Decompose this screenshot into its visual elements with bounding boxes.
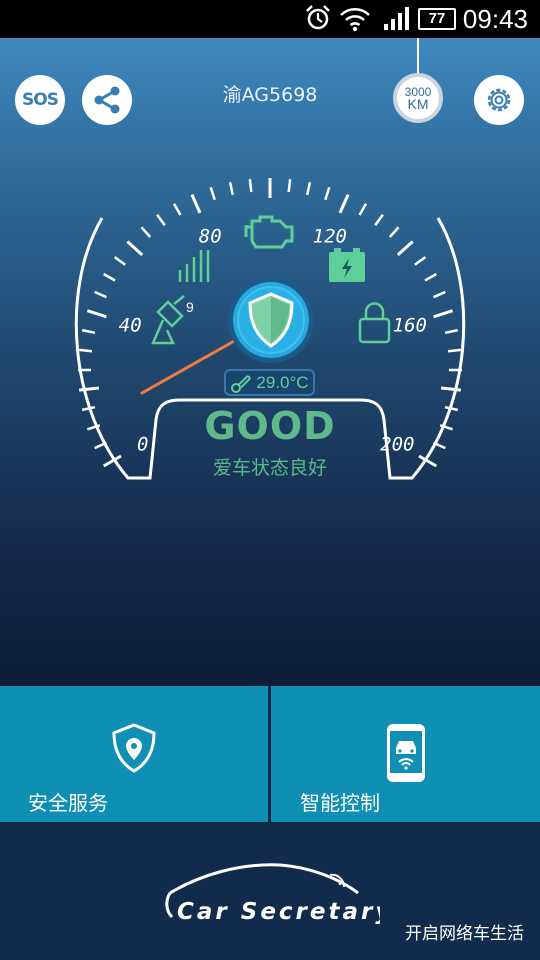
gauge-tick <box>209 187 216 201</box>
gauge-tick <box>324 187 331 201</box>
gauge-tick <box>228 181 235 196</box>
gauge-tick <box>338 193 350 214</box>
gauge-tick <box>103 272 116 282</box>
smart-control-tile[interactable]: 智能控制 <box>271 686 540 822</box>
gauge-tick <box>432 290 446 299</box>
gauge-tick <box>190 193 202 214</box>
gauge-tick <box>78 386 100 392</box>
security-service-tile[interactable]: 安全服务 <box>0 686 268 822</box>
battery-icon: 77 <box>418 8 456 30</box>
gauge-tick <box>305 181 312 196</box>
signal-bars-icon <box>178 250 210 282</box>
status-time: 09:43 <box>462 4 528 34</box>
gauge-tick <box>78 348 93 353</box>
gauge-tick <box>358 203 368 216</box>
engine-icon <box>244 215 294 249</box>
gauge-tick <box>388 226 400 238</box>
footer-slogan: 开启网络车生活 <box>405 924 524 944</box>
gauge-tick <box>447 348 462 353</box>
alarm-clock-icon <box>306 5 330 30</box>
thermometer-icon <box>231 374 251 393</box>
gauge-tick <box>248 178 253 193</box>
speed-label: 80 <box>199 226 222 248</box>
map-pin-shield-icon <box>112 723 156 773</box>
logo-text: Car Secretary <box>177 899 380 925</box>
status-bar: 77 09:43 <box>0 0 540 38</box>
battery-charge-icon <box>329 248 365 282</box>
gauge-needle <box>140 338 238 395</box>
gauge-tick <box>374 213 384 226</box>
gauge-tick <box>94 290 108 299</box>
signal-icon <box>384 7 409 30</box>
security-service-label: 安全服务 <box>28 791 108 815</box>
gauge-tick <box>86 309 107 319</box>
smart-control-label: 智能控制 <box>300 791 380 815</box>
temperature-value: 29.0°C <box>256 372 309 392</box>
satellite-count: 9 <box>186 299 194 315</box>
car-secretary-logo: Car Secretary <box>165 863 380 925</box>
speed-label: 120 <box>313 226 347 248</box>
gauge-tick <box>113 256 126 266</box>
gauge-tick <box>126 240 144 257</box>
phone-car-icon <box>387 724 425 782</box>
gauge-tick <box>396 240 414 257</box>
wifi-icon <box>340 8 370 32</box>
satellite-dish-icon <box>151 295 185 345</box>
speed-label: 160 <box>393 315 427 337</box>
gauge-tick <box>424 272 437 282</box>
gauge-tick <box>414 256 427 266</box>
speed-label: 40 <box>119 315 142 337</box>
gauge-tick <box>444 328 459 335</box>
gauge-tick <box>156 213 166 226</box>
gauge-tick <box>81 328 96 335</box>
gauge-tick <box>433 309 454 319</box>
temperature-badge: 29.0°C <box>224 369 315 396</box>
gauge-tick <box>172 203 182 216</box>
lock-icon <box>358 302 391 344</box>
shield-icon <box>228 277 314 363</box>
status-title: GOOD <box>204 404 336 448</box>
gauge-tick <box>140 226 152 238</box>
gauge-tick <box>287 178 292 193</box>
gauge-tick <box>440 386 462 392</box>
status-subtitle: 爱车状态良好 <box>212 457 327 479</box>
footer: Car Secretary 开启网络车生活 <box>0 825 540 960</box>
